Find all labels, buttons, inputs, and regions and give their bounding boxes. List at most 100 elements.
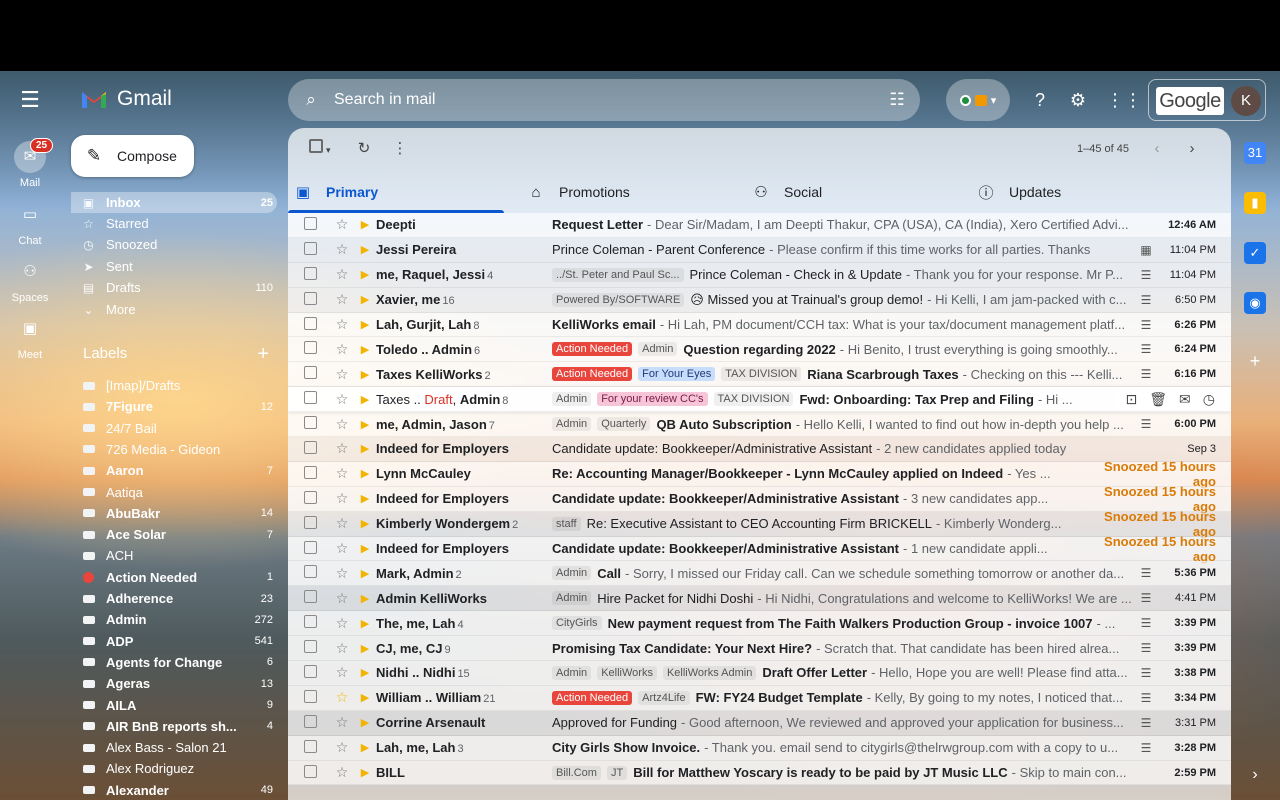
label-item[interactable]: ADP 541	[71, 631, 277, 652]
select-all-checkbox[interactable]: ▾	[303, 137, 337, 161]
search-bar[interactable]: ⌕ Search in mail ☷	[288, 79, 920, 121]
label-item[interactable]: Alex Rodriguez	[71, 758, 277, 779]
row-checkbox[interactable]	[304, 764, 328, 781]
star-icon[interactable]: ☆	[328, 440, 356, 457]
important-marker-icon[interactable]: ▶	[356, 592, 374, 605]
folder-inbox[interactable]: ▣ Inbox 25	[71, 192, 277, 213]
label-item[interactable]: [Imap]/Drafts	[71, 375, 277, 396]
rail-meet[interactable]: ▣ Meet	[0, 313, 60, 361]
refresh-icon[interactable]: ↻	[352, 137, 376, 161]
email-row[interactable]: ☆ ▶ Corrine Arsenault Approved for Funding …	[288, 710, 1231, 736]
gmail-logo[interactable]: Gmail	[80, 87, 172, 111]
next-page-icon[interactable]: ›	[1180, 137, 1204, 161]
row-checkbox[interactable]	[304, 540, 328, 557]
label-item[interactable]: AIR BnB reports sh... 4	[71, 716, 277, 737]
important-marker-icon[interactable]: ▶	[356, 617, 374, 630]
star-icon[interactable]: ☆	[328, 341, 356, 358]
row-checkbox[interactable]	[304, 615, 328, 631]
label-chip[interactable]: Action Needed	[552, 690, 633, 705]
folder-more[interactable]: ⌄ More	[71, 299, 277, 320]
email-row[interactable]: ☆ ▶ me, Raquel, Jessi 4 ../St. Peter and Pau…	[288, 262, 1231, 288]
email-row[interactable]: ☆ ▶ Jessi Pereira Prince Coleman - Parent C…	[288, 237, 1231, 263]
important-marker-icon[interactable]: ▶	[356, 567, 374, 580]
email-row[interactable]: ☆ ▶ Toledo .. Admin 6 Action Needed Admin Ques…	[288, 337, 1231, 363]
label-chip[interactable]: For your review CC's	[597, 392, 708, 407]
label-chip[interactable]: JT	[606, 765, 628, 780]
important-marker-icon[interactable]: ▶	[356, 492, 374, 505]
email-row[interactable]: ☆ ▶ me, Admin, Jason 7 Admin Quarterly QB Auto…	[288, 412, 1231, 438]
account-switcher[interactable]: Google K	[1148, 79, 1266, 121]
star-icon[interactable]: ☆	[328, 266, 356, 283]
label-chip[interactable]: CityGirls	[552, 616, 602, 631]
row-checkbox[interactable]	[304, 739, 328, 756]
label-chip[interactable]: Artz4Life	[638, 690, 690, 705]
email-row[interactable]: ☆ ▶ Nidhi .. Nidhi 15 Admin KelliWorks KelliWo…	[288, 661, 1231, 686]
email-row[interactable]: ☆ ▶ BILL Bill.Com JT Bill for Matthew Yoscary…	[288, 760, 1231, 786]
star-icon[interactable]: ☆	[328, 291, 356, 308]
label-chip[interactable]: ../St. Peter and Paul Sc...	[552, 267, 684, 282]
label-chip[interactable]: Admin	[552, 591, 592, 606]
important-marker-icon[interactable]: ▶	[356, 368, 374, 381]
star-icon[interactable]: ☆	[328, 739, 356, 756]
conversation-icon[interactable]: ☰	[1133, 591, 1159, 605]
star-icon[interactable]: ☆	[328, 689, 356, 706]
row-checkbox[interactable]	[304, 565, 328, 581]
folder-sent[interactable]: ➤ Sent	[71, 256, 277, 277]
row-checkbox[interactable]	[304, 341, 328, 357]
email-row[interactable]: ☆ ▶ CJ, me, CJ 9 Promising Tax Candidate: Yo…	[288, 636, 1231, 662]
conversation-icon[interactable]: ☰	[1133, 342, 1159, 356]
conversation-icon[interactable]: ☰	[1133, 741, 1159, 755]
star-icon[interactable]: ☆	[328, 216, 356, 233]
search-options-icon[interactable]: ☷	[874, 90, 920, 110]
mark-unread-icon[interactable]: ✉	[1179, 391, 1191, 408]
tasks-icon[interactable]: ✓	[1244, 242, 1266, 264]
star-icon[interactable]: ☆	[328, 391, 356, 408]
tab-primary[interactable]: ▣ Primary	[288, 171, 504, 213]
label-item[interactable]: Aaron 7	[71, 460, 277, 481]
snooze-icon[interactable]: ◷	[1203, 391, 1215, 408]
important-marker-icon[interactable]: ▶	[356, 716, 374, 729]
row-checkbox[interactable]	[304, 640, 328, 656]
star-icon[interactable]: ☆	[328, 565, 356, 582]
conversation-icon[interactable]: ☰	[1133, 616, 1159, 630]
label-chip[interactable]: KelliWorks Admin	[662, 665, 757, 680]
add-label-icon[interactable]: +	[257, 343, 269, 366]
important-marker-icon[interactable]: ▶	[356, 691, 374, 704]
important-marker-icon[interactable]: ▶	[356, 268, 374, 281]
important-marker-icon[interactable]: ▶	[356, 467, 374, 480]
email-row[interactable]: ☆ ▶ William .. William 21 Action Needed Artz4…	[288, 685, 1231, 711]
email-row[interactable]: ☆ ▶ Xavier, me 16 Powered By/SOFTWARE 😥 Misse…	[288, 287, 1231, 313]
label-item[interactable]: AbuBakr 14	[71, 503, 277, 524]
search-input[interactable]: Search in mail	[334, 91, 874, 109]
rail-spaces[interactable]: ⚇ Spaces	[0, 256, 60, 304]
label-item[interactable]: ACH	[71, 545, 277, 566]
important-marker-icon[interactable]: ▶	[356, 243, 374, 256]
label-item[interactable]: Adherence 23	[71, 588, 277, 609]
folder-drafts[interactable]: ▤ Drafts 110	[71, 277, 277, 298]
email-row[interactable]: ☆ ▶ Mark, Admin 2 Admin Call - Sorry, I misse…	[288, 561, 1231, 587]
star-icon[interactable]: ☆	[328, 366, 356, 383]
email-row[interactable]: ☆ ▶ Lah, Gurjit, Lah 8 KelliWorks email - Hi…	[288, 312, 1231, 338]
important-marker-icon[interactable]: ▶	[356, 442, 374, 455]
important-marker-icon[interactable]: ▶	[356, 642, 374, 655]
email-row[interactable]: ☆ ▶ Indeed for Employers Candidate update: …	[288, 534, 1231, 564]
important-marker-icon[interactable]: ▶	[356, 418, 374, 431]
label-item[interactable]: 7Figure 12	[71, 396, 277, 417]
avatar[interactable]: K	[1231, 86, 1261, 116]
email-row[interactable]: ☆ ▶ The, me, Lah 4 CityGirls New payment requ…	[288, 611, 1231, 637]
star-icon[interactable]: ☆	[328, 465, 356, 482]
more-options-icon[interactable]: ⋮	[388, 137, 412, 161]
row-checkbox[interactable]	[304, 490, 328, 507]
conversation-icon[interactable]: ☰	[1133, 318, 1159, 332]
label-chip[interactable]: Action Needed	[552, 367, 633, 382]
star-icon[interactable]: ☆	[328, 316, 356, 333]
star-icon[interactable]: ☆	[328, 590, 356, 607]
star-icon[interactable]: ☆	[328, 490, 356, 507]
conversation-icon[interactable]: ☰	[1133, 367, 1159, 381]
search-icon[interactable]: ⌕	[288, 90, 334, 110]
calendar-icon[interactable]: 31	[1244, 142, 1266, 164]
hide-side-panel-icon[interactable]: ›	[1244, 764, 1266, 786]
star-icon[interactable]: ☆	[328, 615, 356, 632]
rail-mail[interactable]: ✉ 25 Mail	[0, 138, 60, 189]
row-checkbox[interactable]	[304, 440, 328, 457]
